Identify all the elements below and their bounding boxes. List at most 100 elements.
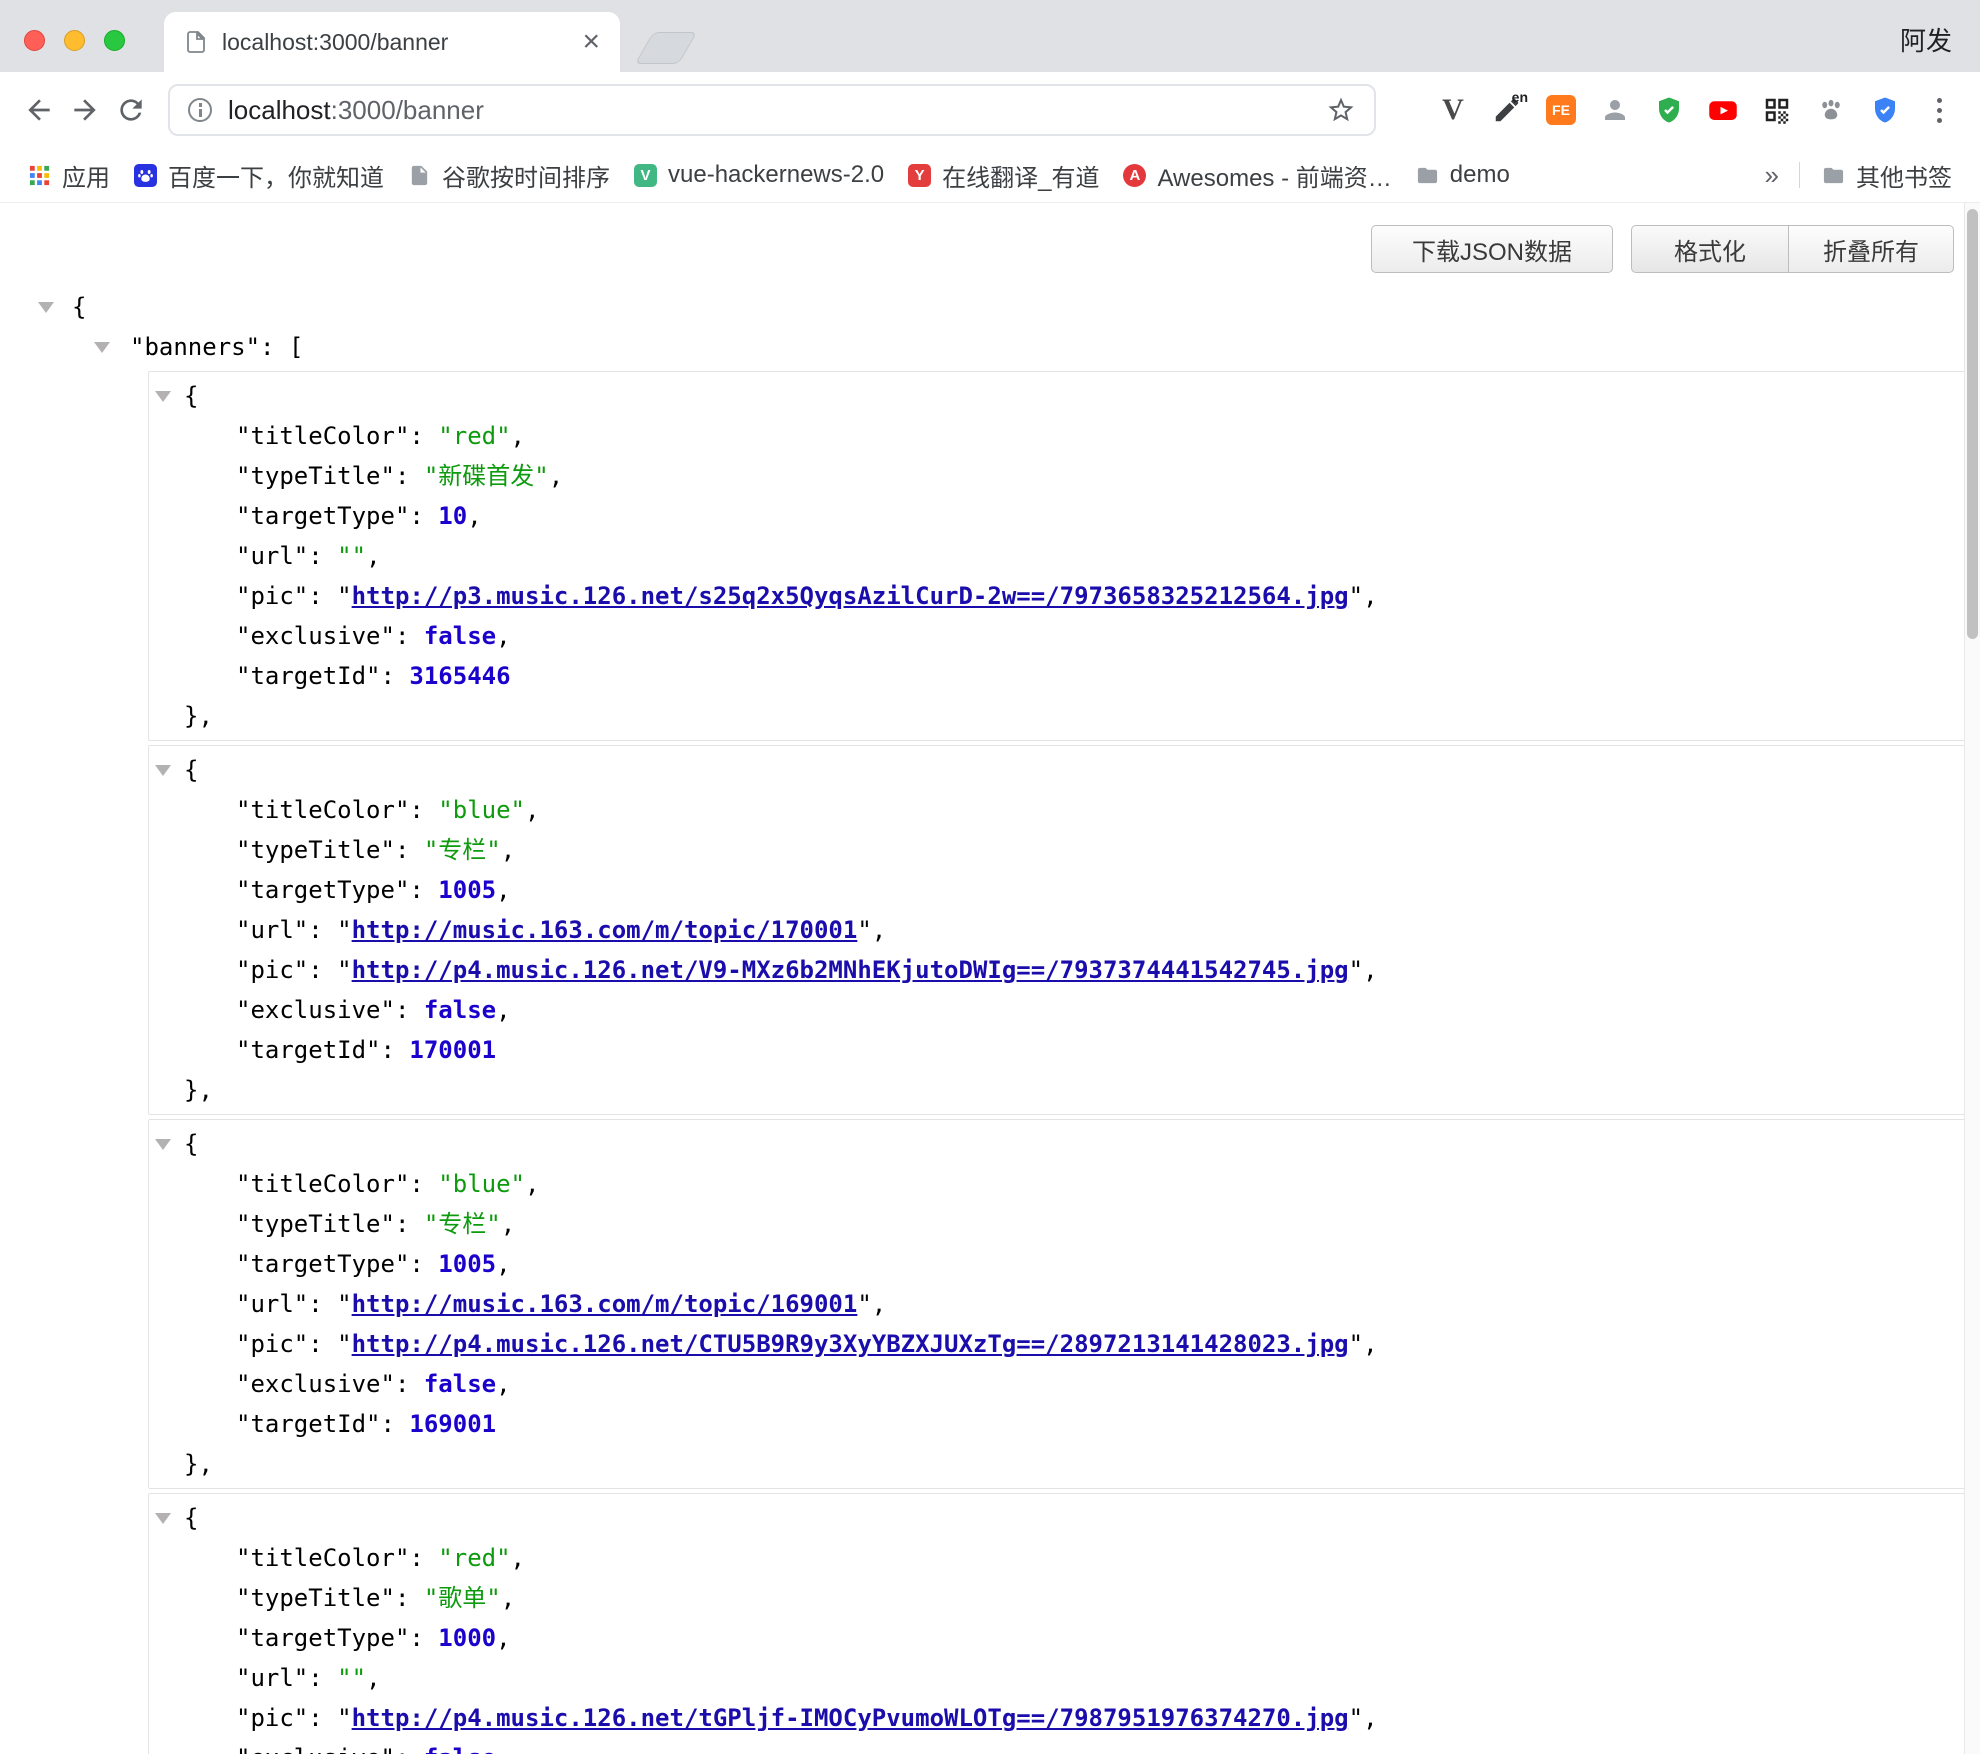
json-property-typeTitle: "typeTitle": "专栏", — [149, 830, 1971, 870]
tab-title: localhost:3000/banner — [222, 29, 568, 56]
collapse-arrow-icon[interactable] — [38, 302, 54, 313]
vue-icon: V — [634, 164, 657, 187]
bookmark-other-bookmarks[interactable]: 其他书签 — [1810, 153, 1964, 198]
json-url-link[interactable]: http://p4.music.126.net/tGPljf-IMOCyPvum… — [352, 1704, 1349, 1732]
zoom-window-button[interactable] — [104, 30, 125, 51]
titlebar: localhost:3000/banner × 阿发 — [0, 0, 1980, 72]
youdao-icon: Y — [908, 164, 931, 187]
json-url-link[interactable]: http://p3.music.126.net/s25q2x5QyqsAzilC… — [352, 582, 1349, 610]
blue-shield-extension-icon[interactable] — [1862, 87, 1908, 133]
reload-button[interactable] — [108, 87, 154, 133]
kebab-dots — [1937, 98, 1942, 123]
bookmark-awesomes[interactable]: A Awesomes - 前端资… — [1111, 153, 1403, 198]
youtube-extension-icon[interactable] — [1700, 87, 1746, 133]
json-property-targetId: "targetId": 169001 — [149, 1404, 1971, 1444]
collapse-arrow-icon[interactable] — [155, 391, 171, 402]
bookmark-star-icon[interactable] — [1326, 95, 1356, 125]
format-button[interactable]: 格式化 — [1631, 225, 1788, 273]
json-property-targetId: "targetId": 170001 — [149, 1030, 1971, 1070]
json-property-pic: "pic": "http://p4.music.126.net/CTU5B9R9… — [149, 1324, 1971, 1364]
json-url-link[interactable]: http://p4.music.126.net/V9-MXz6b2MNhEKju… — [352, 956, 1349, 984]
json-property-url: "url": "http://music.163.com/m/topic/169… — [149, 1284, 1971, 1324]
green-shield-extension-icon[interactable] — [1646, 87, 1692, 133]
fehelper-letters: FE — [1546, 95, 1576, 125]
address-bar[interactable]: localhost:3000/banner — [168, 84, 1376, 136]
page-scrollbar[interactable] — [1964, 203, 1980, 1754]
json-root-open: { — [0, 287, 1980, 327]
tab-close-icon[interactable]: × — [582, 27, 600, 57]
paw-extension-icon[interactable] — [1808, 87, 1854, 133]
json-url-link[interactable]: http://p4.music.126.net/CTU5B9R9y3XyYBZX… — [352, 1330, 1349, 1358]
new-tab-button[interactable] — [635, 32, 697, 64]
bookmarks-overflow-chevron[interactable]: » — [1755, 160, 1789, 191]
json-property-typeTitle: "typeTitle": "专栏", — [149, 1204, 1971, 1244]
json-property-targetId: "targetId": 3165446 — [149, 656, 1971, 696]
json-property-titleColor: "titleColor": "blue", — [149, 1164, 1971, 1204]
json-property-typeTitle: "typeTitle": "歌单", — [149, 1578, 1971, 1618]
json-property-pic: "pic": "http://p4.music.126.net/V9-MXz6b… — [149, 950, 1971, 990]
bookmark-label: 谷歌按时间排序 — [442, 158, 610, 193]
url-path: :3000/banner — [331, 95, 484, 125]
collapse-arrow-icon[interactable] — [155, 1139, 171, 1150]
json-url-link[interactable]: http://music.163.com/m/topic/170001 — [352, 916, 858, 944]
back-button[interactable] — [16, 87, 62, 133]
baidu-paw-icon — [134, 164, 157, 187]
json-property-exclusive: "exclusive": false — [149, 1738, 1971, 1754]
bookmark-apps[interactable]: 应用 — [16, 153, 122, 198]
page-info-icon[interactable] — [188, 98, 212, 122]
json-property-targetType: "targetType": 1005, — [149, 870, 1971, 910]
navigation-bar: localhost:3000/banner V en FE — [0, 72, 1980, 148]
url-text: localhost:3000/banner — [228, 95, 1310, 126]
json-property-url: "url": "", — [149, 536, 1971, 576]
page-favicon-icon — [184, 30, 208, 54]
bookmark-baidu[interactable]: 百度一下，你就知道 — [122, 153, 396, 198]
browser-tab[interactable]: localhost:3000/banner × — [164, 12, 620, 72]
collapse-arrow-icon[interactable] — [155, 765, 171, 776]
profile-name[interactable]: 阿发 — [1900, 21, 1952, 58]
format-collapse-group: 格式化 折叠所有 — [1631, 225, 1954, 273]
bookmark-label: 百度一下，你就知道 — [168, 158, 384, 193]
collapse-arrow-icon[interactable] — [155, 1513, 171, 1524]
bookmark-demo-folder[interactable]: demo — [1404, 156, 1522, 194]
window-controls — [24, 30, 125, 51]
bookmark-label: 其他书签 — [1856, 158, 1952, 193]
fehelper-extension-icon[interactable]: FE — [1538, 87, 1584, 133]
object-open: { — [149, 376, 1971, 416]
json-property-exclusive: "exclusive": false, — [149, 1364, 1971, 1404]
object-open: { — [149, 750, 1971, 790]
folder-icon — [1416, 164, 1439, 187]
json-property-exclusive: "exclusive": false, — [149, 990, 1971, 1030]
close-window-button[interactable] — [24, 30, 45, 51]
bookmark-youdao-translate[interactable]: Y 在线翻译_有道 — [896, 153, 1111, 198]
json-property-titleColor: "titleColor": "red", — [149, 416, 1971, 456]
translate-pen-extension-icon[interactable]: en — [1484, 87, 1530, 133]
forward-button[interactable] — [62, 87, 108, 133]
json-property-targetType: "targetType": 1000, — [149, 1618, 1971, 1658]
browser-menu-icon[interactable] — [1916, 87, 1962, 133]
bookmark-label: demo — [1450, 161, 1510, 189]
bookmark-google-sort[interactable]: 谷歌按时间排序 — [396, 153, 622, 198]
json-viewer-actions: 下载JSON数据 格式化 折叠所有 — [0, 225, 1954, 273]
collapse-arrow-icon[interactable] — [94, 342, 110, 353]
vimium-extension-icon[interactable]: V — [1430, 87, 1476, 133]
minimize-window-button[interactable] — [64, 30, 85, 51]
bookmarks-bar: 应用 百度一下，你就知道 谷歌按时间排序 V vue-hackernews-2.… — [0, 148, 1980, 203]
json-array-open: "banners": [ — [0, 327, 1980, 367]
qrcode-extension-icon[interactable] — [1754, 87, 1800, 133]
download-json-button[interactable]: 下载JSON数据 — [1371, 225, 1613, 273]
bookmark-vue-hackernews[interactable]: V vue-hackernews-2.0 — [622, 156, 896, 194]
banner-object-2: {"titleColor": "blue","typeTitle": "专栏",… — [148, 745, 1972, 1115]
json-property-titleColor: "titleColor": "red", — [149, 1538, 1971, 1578]
json-url-link[interactable]: http://music.163.com/m/topic/169001 — [352, 1290, 858, 1318]
object-open: { — [149, 1498, 1971, 1538]
banner-object-4: {"titleColor": "red","typeTitle": "歌单","… — [148, 1493, 1972, 1754]
apps-grid-icon — [28, 164, 51, 187]
scrollbar-thumb[interactable] — [1967, 209, 1978, 639]
page-content: 下载JSON数据 格式化 折叠所有 {"banners": [{"titleCo… — [0, 225, 1980, 1754]
collapse-all-button[interactable]: 折叠所有 — [1788, 225, 1954, 273]
extension-toolbar: V en FE — [1430, 87, 1962, 133]
vimium-letter: V — [1442, 93, 1464, 127]
person-extension-icon[interactable] — [1592, 87, 1638, 133]
json-property-targetType: "targetType": 1005, — [149, 1244, 1971, 1284]
page-icon — [408, 164, 431, 187]
